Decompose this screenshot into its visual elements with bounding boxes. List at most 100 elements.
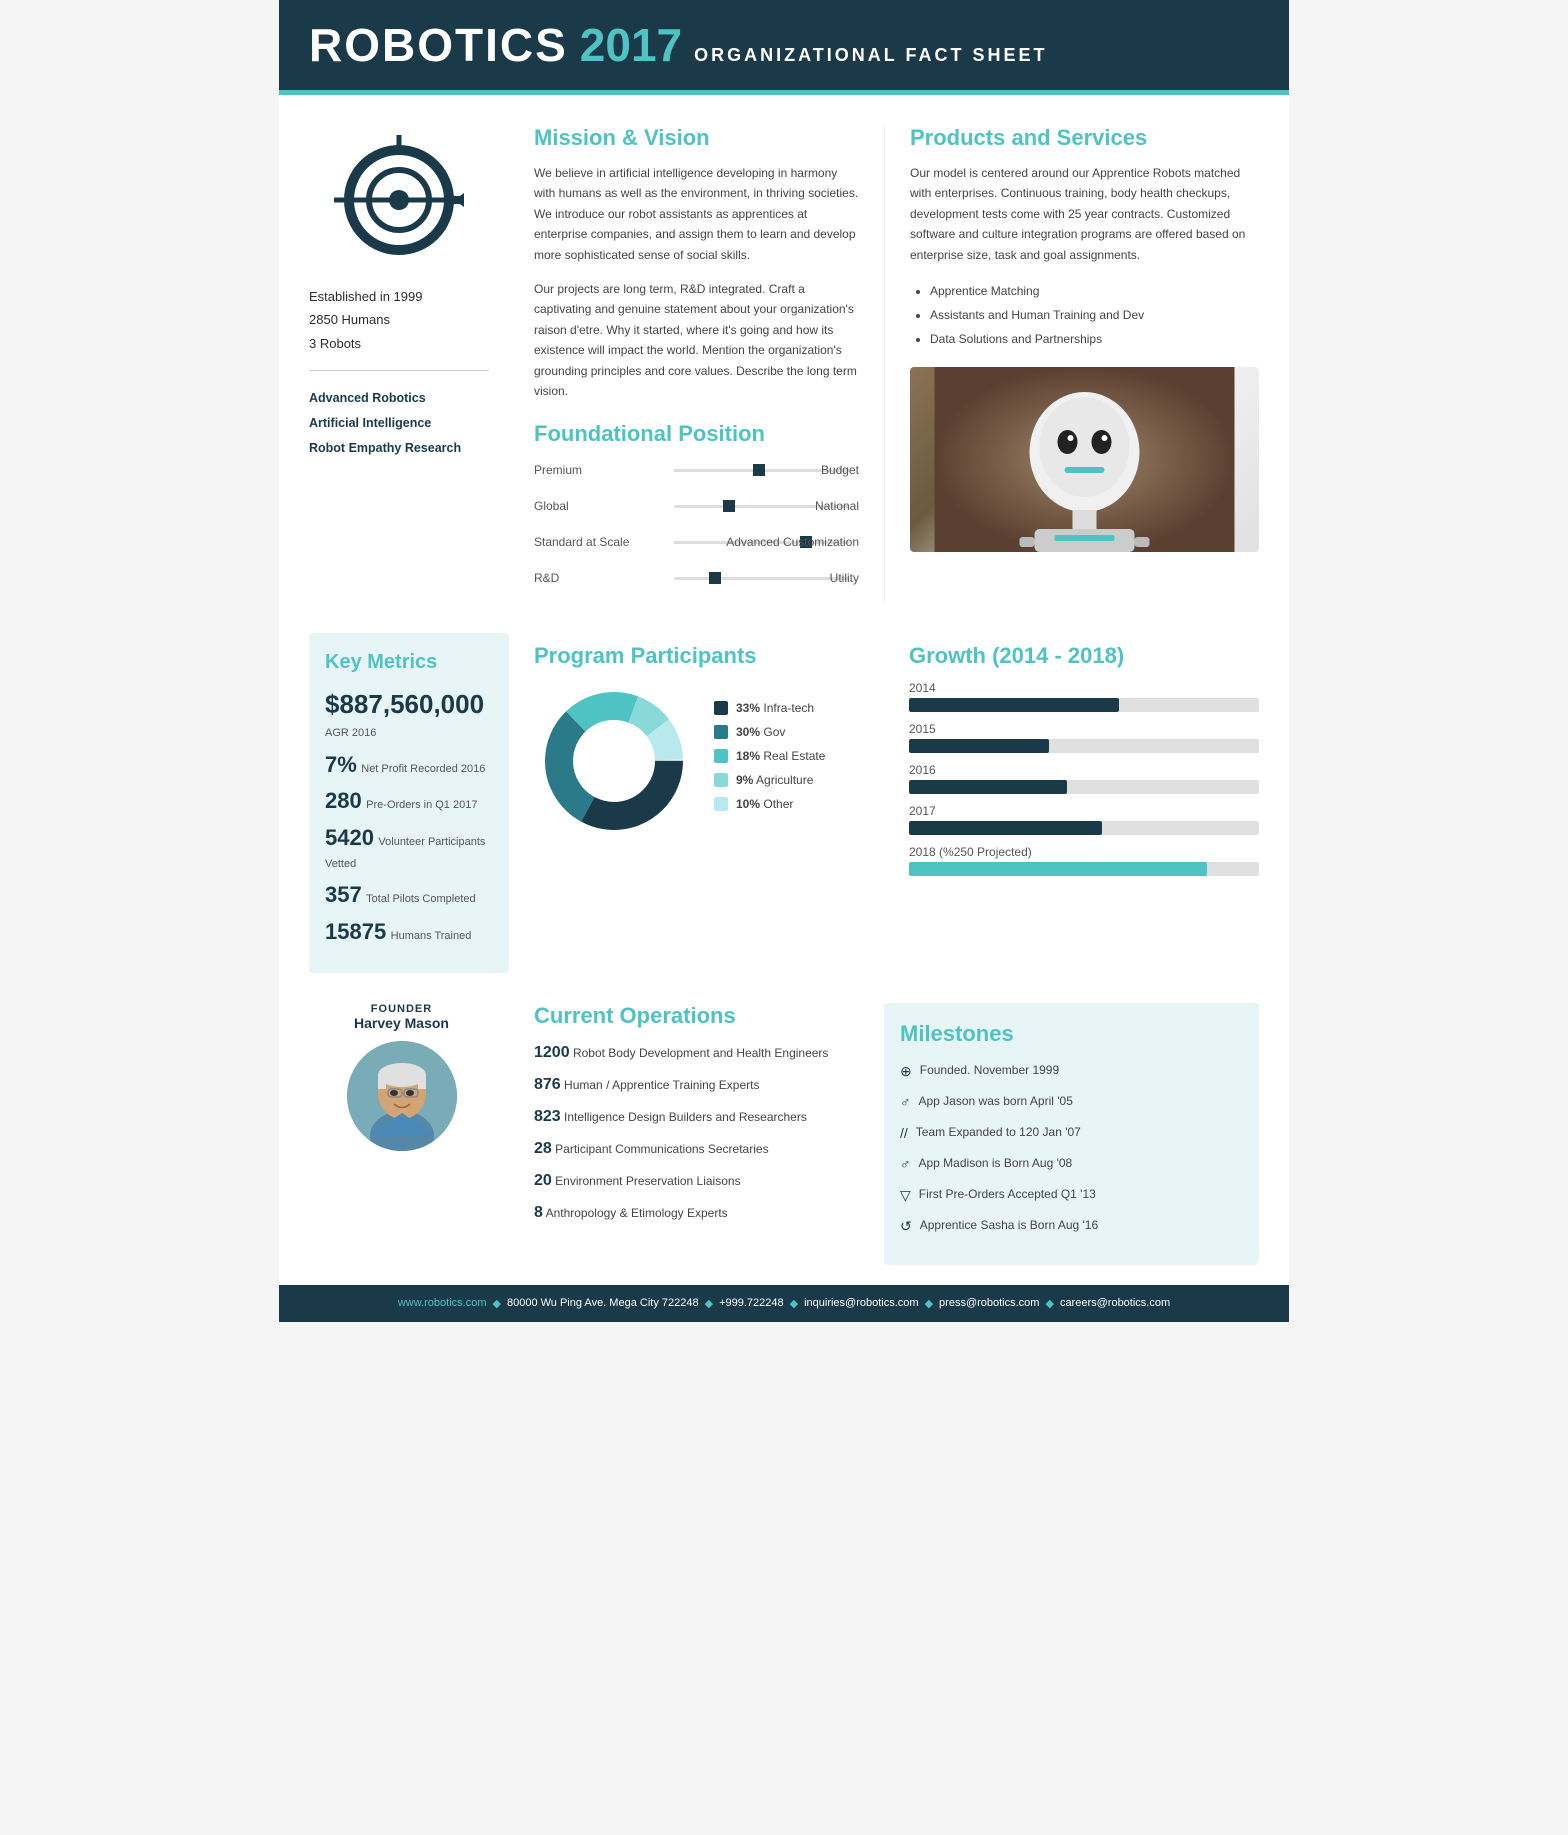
ops-item-1: 876 Human / Apprentice Training Experts [534, 1073, 859, 1097]
ops-value-0: 1200 [534, 1044, 570, 1061]
metric-volunteers-value: 5420 [325, 825, 374, 850]
founder-avatar [347, 1041, 457, 1151]
growth-year-2014: 2014 [909, 681, 1259, 695]
ops-item-5: 8 Anthropology & Etimology Experts [534, 1201, 859, 1225]
fp-label-advanced: Advanced Customization [726, 535, 859, 549]
fp-row-3: R&D Utility [534, 567, 859, 589]
founder-column: FOUNDER Harvey Mason [309, 1003, 509, 1265]
fp-label-global: Global [534, 499, 664, 513]
ops-item-4: 20 Environment Preservation Liaisons [534, 1169, 859, 1193]
metric-profit-value: 7% [325, 752, 357, 777]
footer-address: 80000 Wu Ping Ave. Mega City 722248 [507, 1297, 699, 1309]
legend-items: 33% Infra-tech 30% Gov 18% Real Estate 9… [714, 701, 859, 821]
legend-other: 10% Other [714, 797, 859, 811]
fp-label-rd: R&D [534, 571, 664, 585]
fp-row-1: Global National [534, 495, 859, 517]
footer-diamond-2: ◆ [705, 1297, 713, 1310]
product-item-2: Data Solutions and Partnerships [930, 327, 1259, 351]
ops-label-3: Participant Communications Secretaries [555, 1142, 768, 1156]
milestone-3: ♂ App Madison is Born Aug '08 [900, 1154, 1243, 1175]
donut-chart [534, 681, 694, 841]
growth-bar-2018: 2018 (%250 Projected) [909, 845, 1259, 876]
milestone-5: ↺ Apprentice Sasha is Born Aug '16 [900, 1216, 1243, 1237]
growth-bar-2016: 2016 [909, 763, 1259, 794]
section-1: Established in 1999 2850 Humans 3 Robots… [279, 95, 1289, 633]
metric-pilots: 357 Total Pilots Completed [325, 881, 493, 910]
footer: www.robotics.com ◆ 80000 Wu Ping Ave. Me… [279, 1285, 1289, 1322]
footer-email2: press@robotics.com [939, 1297, 1039, 1309]
header-robotics: ROBOTICS [309, 18, 568, 72]
footer-diamond-5: ◆ [1045, 1297, 1053, 1310]
mission-para1: We believe in artificial intelligence de… [534, 163, 859, 265]
founder-name: Harvey Mason [309, 1015, 494, 1031]
fp-label-premium: Premium [534, 463, 664, 477]
legend-label-infra: 33% Infra-tech [736, 701, 814, 715]
key-metrics-title: Key Metrics [325, 651, 493, 674]
growth-track-2018 [909, 862, 1259, 876]
growth-year-2017: 2017 [909, 804, 1259, 818]
milestone-icon-2: // [900, 1123, 908, 1144]
ops-value-2: 823 [534, 1108, 561, 1125]
products-column: Products and Services Our model is cente… [884, 125, 1259, 603]
growth-bar-2015: 2015 [909, 722, 1259, 753]
growth-fill-2014 [909, 698, 1119, 712]
fp-label-national: National [815, 499, 859, 513]
growth-column: Growth (2014 - 2018) 2014 2015 2016 2017 [884, 633, 1259, 972]
legend-realestate: 18% Real Estate [714, 749, 859, 763]
metric-agr: $887,560,000 AGR 2016 [325, 688, 493, 743]
legend-dot-other [714, 797, 728, 811]
legend-label-other: 10% Other [736, 797, 793, 811]
growth-year-2016: 2016 [909, 763, 1259, 777]
growth-fill-2018 [909, 862, 1207, 876]
donut-container: 33% Infra-tech 30% Gov 18% Real Estate 9… [534, 681, 859, 841]
metric-humans-label: Humans Trained [391, 930, 472, 942]
metric-preorders-value: 280 [325, 788, 362, 813]
ops-label-4: Environment Preservation Liaisons [555, 1174, 740, 1188]
milestone-icon-0: ⊕ [900, 1061, 912, 1082]
milestone-4: ▽ First Pre-Orders Accepted Q1 '13 [900, 1185, 1243, 1206]
legend-dot-infra [714, 701, 728, 715]
fp-row-0: Premium Budget [534, 459, 859, 481]
milestone-text-4: First Pre-Orders Accepted Q1 '13 [919, 1185, 1096, 1203]
operations-title: Current Operations [534, 1003, 859, 1029]
milestones-column: Milestones ⊕ Founded. November 1999 ♂ Ap… [884, 1003, 1259, 1265]
mission-title: Mission & Vision [534, 125, 859, 151]
robot-image [910, 367, 1259, 552]
growth-track-2014 [909, 698, 1259, 712]
growth-title: Growth (2014 - 2018) [909, 643, 1259, 669]
legend-dot-realestate [714, 749, 728, 763]
metric-volunteers: 5420 Volunteer Participants Vetted [325, 824, 493, 873]
milestone-0: ⊕ Founded. November 1999 [900, 1061, 1243, 1082]
fp-marker-3 [709, 572, 721, 584]
foundational-title: Foundational Position [534, 421, 859, 447]
metric-pilots-label: Total Pilots Completed [366, 893, 475, 905]
legend-label-agriculture: 9% Agriculture [736, 773, 813, 787]
milestone-icon-5: ↺ [900, 1216, 912, 1237]
fp-label-standard: Standard at Scale [534, 535, 664, 549]
fp-label-utility: Utility [830, 571, 859, 585]
fp-label-budget: Budget [821, 463, 859, 477]
fp-marker-1 [723, 500, 735, 512]
operations-column: Current Operations 1200 Robot Body Devel… [509, 1003, 884, 1265]
growth-bar-2017: 2017 [909, 804, 1259, 835]
ops-label-5: Anthropology & Etimology Experts [546, 1206, 728, 1220]
ops-label-1: Human / Apprentice Training Experts [564, 1078, 759, 1092]
ops-label-2: Intelligence Design Builders and Researc… [564, 1110, 807, 1124]
growth-fill-2015 [909, 739, 1049, 753]
established-info: Established in 1999 2850 Humans 3 Robots [309, 285, 489, 355]
growth-fill-2016 [909, 780, 1067, 794]
ops-value-5: 8 [534, 1204, 543, 1221]
fp-track-3 [674, 577, 849, 580]
footer-website[interactable]: www.robotics.com [398, 1297, 487, 1309]
header: ROBOTICS 2017 ORGANIZATIONAL FACT SHEET [279, 0, 1289, 90]
fp-marker-0 [753, 464, 765, 476]
ops-value-4: 20 [534, 1172, 552, 1189]
growth-bar-2014: 2014 [909, 681, 1259, 712]
ops-item-3: 28 Participant Communications Secretarie… [534, 1137, 859, 1161]
milestone-text-3: App Madison is Born Aug '08 [919, 1154, 1073, 1172]
growth-fill-2017 [909, 821, 1102, 835]
footer-diamond-4: ◆ [925, 1297, 933, 1310]
program-title: Program Participants [534, 643, 859, 669]
header-subtitle: ORGANIZATIONAL FACT SHEET [694, 45, 1047, 66]
mission-para2: Our projects are long term, R&D integrat… [534, 279, 859, 401]
